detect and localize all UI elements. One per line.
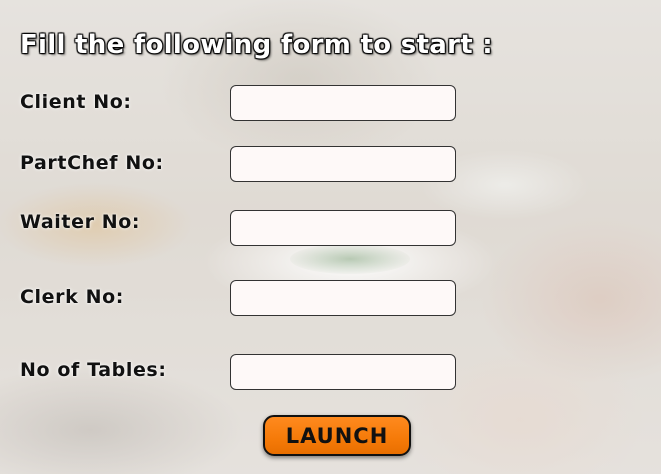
client-no-label: Client No: (20, 91, 132, 113)
form-title: Fill the following form to start : (20, 30, 493, 60)
tables-no-label: No of Tables: (20, 359, 167, 381)
waiter-no-input[interactable] (230, 210, 456, 246)
partchef-no-input[interactable] (230, 146, 456, 182)
launch-button[interactable]: LAUNCH (263, 415, 411, 456)
clerk-no-label: Clerk No: (20, 286, 124, 308)
clerk-no-input[interactable] (230, 280, 456, 316)
tables-no-input[interactable] (230, 354, 456, 390)
client-no-input[interactable] (230, 85, 456, 121)
partchef-no-label: PartChef No: (20, 152, 164, 174)
waiter-no-label: Waiter No: (20, 211, 141, 233)
